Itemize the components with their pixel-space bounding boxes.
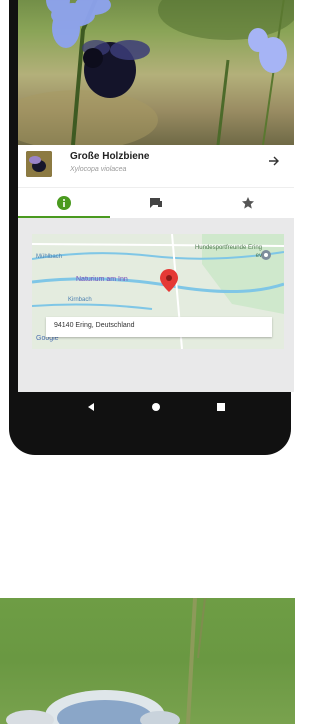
star-icon [242, 197, 254, 209]
map-label-kirnbach: Kirnbach [68, 297, 92, 303]
app-screen: Große Holzbiene Xylocopa violacea Mühlba… [18, 0, 294, 392]
tab-info[interactable] [18, 188, 110, 218]
phone-frame: Große Holzbiene Xylocopa violacea Mühlba… [9, 0, 294, 455]
observation-photo[interactable] [18, 0, 294, 145]
map-label-naturium: Naturium am Inn [76, 276, 128, 283]
map-label-hundesportfreunde: Hundesportfreunde Ering ev [194, 245, 262, 259]
system-nav-bar [18, 392, 294, 424]
arrow-right-icon[interactable] [268, 154, 280, 170]
comments-icon [150, 198, 162, 208]
active-tab-indicator [18, 216, 110, 218]
tab-comments[interactable] [110, 188, 202, 218]
arrow-right-icon-glyph [269, 156, 279, 166]
species-header[interactable]: Große Holzbiene Xylocopa violacea [18, 145, 294, 187]
species-latin-name: Xylocopa violacea [70, 166, 127, 173]
map-label-muhlbach: Mühlbach [36, 254, 63, 260]
info-icon [57, 196, 71, 210]
detail-tabs [18, 187, 294, 218]
tab-favorites[interactable] [202, 188, 294, 218]
location-map[interactable]: Mühlbach Naturium am Inn Kirnbach Hundes… [32, 234, 284, 349]
species-thumbnail-image [26, 151, 52, 177]
butterfly-illustration [6, 598, 206, 724]
species-thumbnail [26, 151, 52, 177]
species-name: Große Holzbiene [70, 151, 150, 162]
back-icon[interactable] [86, 402, 96, 412]
butterfly-photo [0, 598, 295, 724]
home-icon[interactable] [151, 402, 161, 412]
bee-on-flower-illustration [18, 0, 294, 145]
address-card[interactable]: 94140 Ering, Deutschland [46, 317, 272, 337]
recents-icon[interactable] [216, 402, 226, 412]
address-text: 94140 Ering, Deutschland [54, 322, 135, 329]
